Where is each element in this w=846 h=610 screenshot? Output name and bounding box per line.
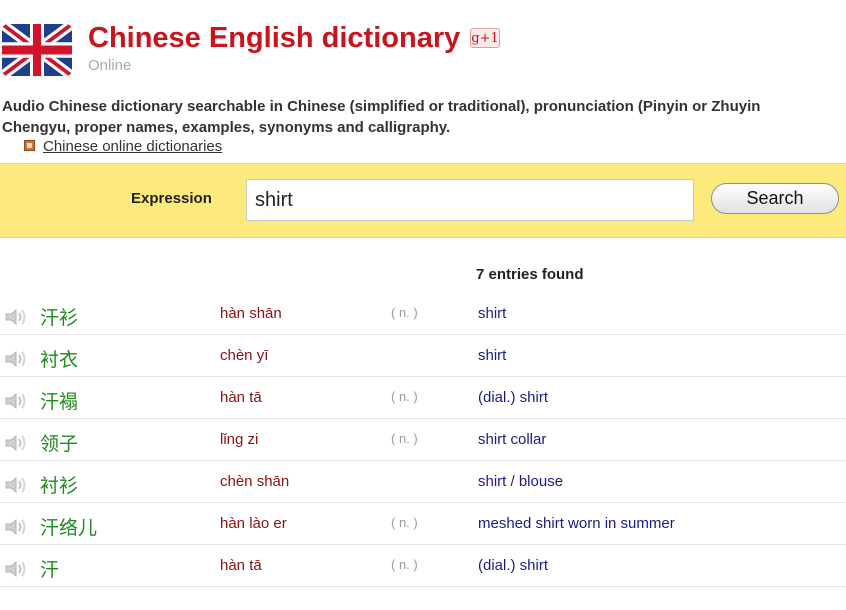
entry-hanzi[interactable]: 汗衫 <box>40 303 78 330</box>
audio-speaker-icon[interactable] <box>4 517 28 537</box>
entry-hanzi[interactable]: 汗褟 <box>40 387 78 414</box>
description-line-2: Chengyu, proper names, examples, synonym… <box>2 119 451 136</box>
entry-pinyin: hàn shān <box>220 305 282 322</box>
entry-part-of-speech: ( n. ) <box>391 515 418 530</box>
expression-label: Expression <box>131 190 212 207</box>
uk-flag-icon <box>2 24 72 76</box>
entry-meaning[interactable]: (dial.) shirt <box>478 557 548 574</box>
expression-input[interactable] <box>246 179 694 221</box>
entry-pinyin: hàn tā <box>220 389 262 406</box>
chinese-online-dictionaries-link[interactable]: Chinese online dictionaries <box>43 138 222 155</box>
result-row: 汗 hàn tā ( n. ) (dial.) shirt <box>0 545 846 587</box>
bullet-square-icon <box>24 140 35 151</box>
entry-hanzi[interactable]: 领子 <box>40 429 78 456</box>
entry-meaning[interactable]: shirt <box>478 305 506 322</box>
entry-meaning[interactable]: shirt / blouse <box>478 473 563 490</box>
audio-speaker-icon[interactable] <box>4 559 28 579</box>
entry-pinyin: hàn tā <box>220 557 262 574</box>
result-row: 衬衫 chèn shān shirt / blouse <box>0 461 846 503</box>
entry-meaning[interactable]: shirt <box>478 347 506 364</box>
audio-speaker-icon[interactable] <box>4 433 28 453</box>
audio-speaker-icon[interactable] <box>4 307 28 327</box>
page-description: Audio Chinese dictionary searchable in C… <box>2 96 846 138</box>
result-row: 衬衣 chèn yī shirt <box>0 335 846 377</box>
entry-pinyin: chèn shān <box>220 473 290 490</box>
search-button[interactable]: Search <box>711 183 839 214</box>
entry-part-of-speech: ( n. ) <box>391 305 418 320</box>
entry-hanzi[interactable]: 汗络儿 <box>40 513 97 540</box>
entry-meaning[interactable]: (dial.) shirt <box>478 389 548 406</box>
entry-meaning[interactable]: shirt collar <box>478 431 546 448</box>
entry-part-of-speech: ( n. ) <box>391 557 418 572</box>
entry-hanzi[interactable]: 汗 <box>40 555 59 582</box>
result-row: 领子 lǐng zi ( n. ) shirt collar <box>0 419 846 461</box>
audio-speaker-icon[interactable] <box>4 475 28 495</box>
description-line-1: Audio Chinese dictionary searchable in C… <box>2 98 761 115</box>
google-plus-button[interactable]: g+1 <box>470 28 500 48</box>
entry-hanzi[interactable]: 衬衫 <box>40 471 78 498</box>
audio-speaker-icon[interactable] <box>4 391 28 411</box>
entry-pinyin: hàn lào er <box>220 515 287 532</box>
page-title: Chinese English dictionary <box>88 22 461 54</box>
entry-part-of-speech: ( n. ) <box>391 389 418 404</box>
entry-pinyin: chèn yī <box>220 347 269 364</box>
result-row: 汗络儿 hàn lào er ( n. ) meshed shirt worn in … <box>0 503 846 545</box>
entry-meaning[interactable]: meshed shirt worn in summer <box>478 515 675 532</box>
page-subtitle: Online <box>88 57 132 74</box>
entry-hanzi[interactable]: 衬衣 <box>40 345 78 372</box>
result-row: 汗衫 hàn shān ( n. ) shirt <box>0 293 846 335</box>
audio-speaker-icon[interactable] <box>4 349 28 369</box>
result-row: 汗褟 hàn tā ( n. ) (dial.) shirt <box>0 377 846 419</box>
entry-pinyin: lǐng zi <box>220 431 259 448</box>
results-count: 7 entries found <box>476 266 584 283</box>
entry-part-of-speech: ( n. ) <box>391 431 418 446</box>
